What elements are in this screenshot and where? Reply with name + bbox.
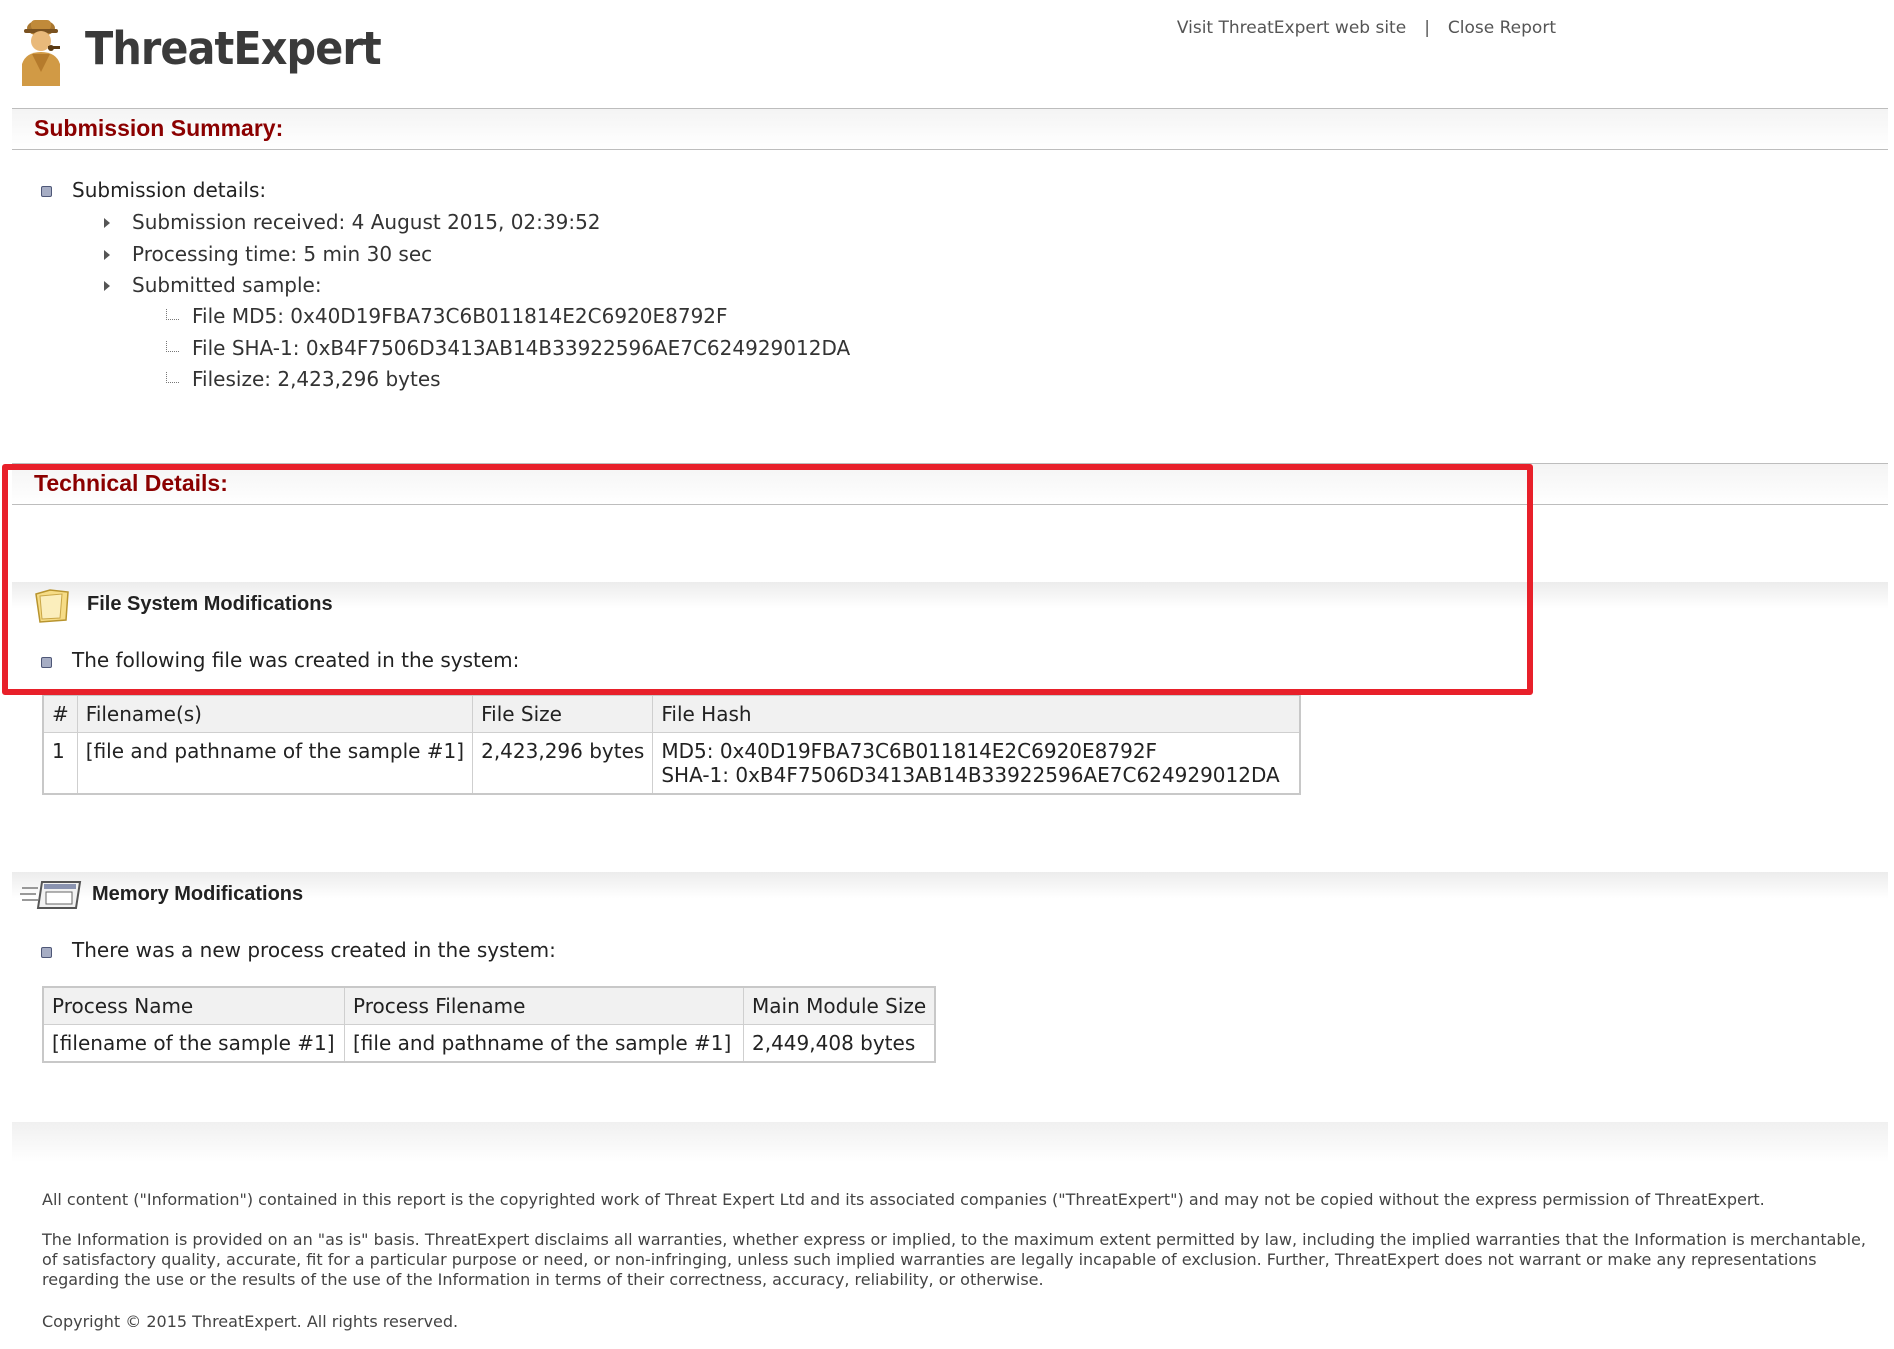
bullet-icon xyxy=(41,186,52,197)
top-links: Visit ThreatExpert web site | Close Report xyxy=(1177,18,1556,38)
bullet-icon xyxy=(41,947,52,958)
col-num: # xyxy=(42,694,78,733)
footer-bar xyxy=(12,1122,1888,1162)
row-process-filename: [file and pathname of the sample #1] xyxy=(344,1024,744,1063)
col-module-size: Main Module Size xyxy=(743,986,936,1025)
row-filesize: 2,423,296 bytes xyxy=(472,732,654,795)
col-process-filename: Process Filename xyxy=(344,986,744,1025)
sample-sha1: File SHA-1: 0xB4F7506D3413AB14B33922596A… xyxy=(192,336,851,360)
processing-time: Processing time: 5 min 30 sec xyxy=(132,242,433,266)
row-process-name: [filename of the sample #1] xyxy=(42,1024,345,1063)
sample-filesize: Filesize: 2,423,296 bytes xyxy=(192,367,441,391)
row-filename: [file and pathname of the sample #1] xyxy=(76,732,474,795)
footer-disclaimer: The Information is provided on an "as is… xyxy=(42,1230,1866,1289)
row-md5: MD5: 0x40D19FBA73C6B011814E2C6920E8792F xyxy=(661,739,1158,763)
highlight-box xyxy=(2,464,1533,695)
footer-copyright: Copyright © 2015 ThreatExpert. All right… xyxy=(42,1312,459,1331)
row-module-size: 2,449,408 bytes xyxy=(743,1024,936,1063)
row-num: 1 xyxy=(42,732,78,795)
visit-site-link[interactable]: Visit ThreatExpert web site xyxy=(1177,18,1406,38)
col-filehash: File Hash xyxy=(652,694,1301,733)
memory-title: Memory Modifications xyxy=(92,883,304,905)
sample-md5: File MD5: 0x40D19FBA73C6B011814E2C6920E8… xyxy=(192,304,728,328)
memory-bar: Memory Modifications xyxy=(12,872,1888,916)
submission-details-label: Submission details: xyxy=(72,178,267,202)
memory-window-icon xyxy=(20,881,82,909)
table-header-row: Process Name Process Filename Main Modul… xyxy=(42,986,936,1025)
arrow-right-icon xyxy=(104,250,110,260)
arrow-right-icon xyxy=(104,281,110,291)
submission-received: Submission received: 4 August 2015, 02:3… xyxy=(132,210,601,234)
submitted-sample-label: Submitted sample: xyxy=(132,273,322,297)
table-row: 1 [file and pathname of the sample #1] 2… xyxy=(42,732,1301,795)
arrow-right-icon xyxy=(104,218,110,228)
table-row: [filename of the sample #1] [file and pa… xyxy=(42,1024,936,1063)
tree-branch-icon xyxy=(166,309,179,320)
tree-branch-icon xyxy=(166,372,179,383)
close-report-link[interactable]: Close Report xyxy=(1448,18,1556,38)
threatexpert-logo-icon xyxy=(22,20,60,86)
submission-summary-title: Submission Summary: xyxy=(34,115,284,141)
link-separator: | xyxy=(1424,18,1430,38)
submission-summary-bar: Submission Summary: xyxy=(12,108,1888,150)
row-filehash: MD5: 0x40D19FBA73C6B011814E2C6920E8792F … xyxy=(652,732,1301,795)
col-filename: Filename(s) xyxy=(76,694,474,733)
table-header-row: # Filename(s) File Size File Hash xyxy=(42,694,1301,733)
brand-logo-text: ThreatExpert xyxy=(85,22,382,75)
footer-copyright-notice: All content ("Information") contained in… xyxy=(42,1190,1765,1209)
row-sha1: SHA-1: 0xB4F7506D3413AB14B33922596AE7C62… xyxy=(661,763,1280,787)
tree-branch-icon xyxy=(166,341,179,352)
memory-table: Process Name Process Filename Main Modul… xyxy=(42,986,937,1063)
col-process-name: Process Name xyxy=(42,986,345,1025)
process-created-text: There was a new process created in the s… xyxy=(72,938,556,962)
col-filesize: File Size xyxy=(472,694,654,733)
file-system-table: # Filename(s) File Size File Hash 1 [fil… xyxy=(42,694,1302,795)
